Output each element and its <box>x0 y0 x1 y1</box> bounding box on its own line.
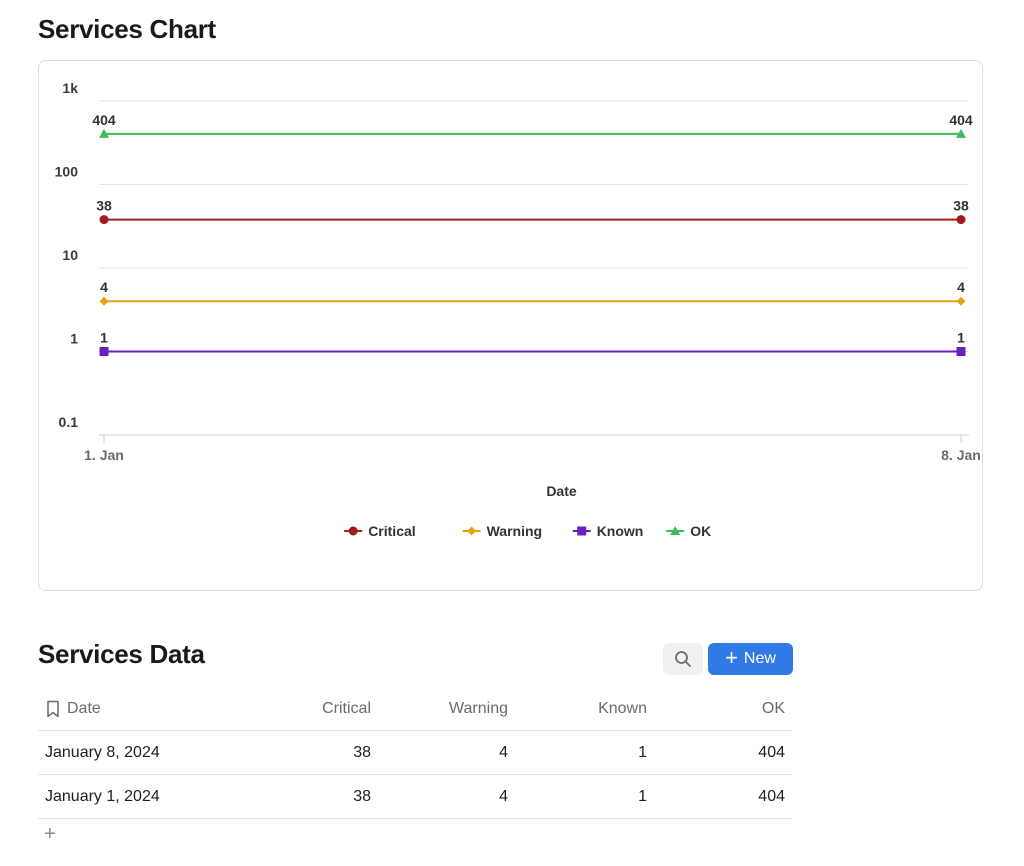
cell-warning: 4 <box>499 788 508 805</box>
services-table: Date Critical Warning Known OK January 8… <box>38 687 793 819</box>
data-point-warning <box>956 296 966 306</box>
column-header-ok[interactable]: OK <box>762 687 785 731</box>
chart-card: 0.1 1 10 100 1k 1. Jan 8. Jan Date 38 38 4 4 1 1 404 40… <box>38 60 983 591</box>
table-row[interactable]: January 1, 2024 38 4 1 404 <box>38 775 793 819</box>
data-section-title: Services Data <box>38 639 205 669</box>
cell-critical: 38 <box>353 788 371 805</box>
x-axis-title: Date <box>546 483 577 499</box>
cell-date: January 8, 2024 <box>45 744 160 761</box>
data-label-known: 1 <box>957 330 965 346</box>
legend-label-warning: Warning <box>487 523 542 539</box>
chart-section-title: Services Chart <box>38 14 216 44</box>
cell-ok: 404 <box>758 744 785 761</box>
cell-date: January 1, 2024 <box>45 788 160 805</box>
data-label-known: 1 <box>100 330 108 346</box>
bookmark-icon <box>45 700 61 718</box>
plus-icon: + <box>725 645 738 670</box>
cell-critical: 38 <box>353 744 371 761</box>
data-label-ok: 404 <box>949 112 973 128</box>
data-label-critical: 38 <box>96 198 112 214</box>
table-row[interactable]: January 8, 2024 38 4 1 404 <box>38 731 793 775</box>
y-tick-label: 0.1 <box>59 414 79 430</box>
data-point-known <box>956 347 966 356</box>
column-header-warning[interactable]: Warning <box>449 687 508 731</box>
search-icon <box>675 651 691 667</box>
y-tick-label: 1 <box>70 331 78 347</box>
legend-marker-known <box>577 526 587 536</box>
legend-marker-critical <box>348 526 358 536</box>
search-button[interactable] <box>663 643 703 675</box>
column-header-date[interactable]: Date <box>45 687 101 731</box>
table-header-row: Date Critical Warning Known OK <box>38 687 793 731</box>
cell-ok: 404 <box>758 788 785 805</box>
data-label-warning: 4 <box>957 279 965 295</box>
services-line-chart: 0.1 1 10 100 1k 1. Jan 8. Jan Date 38 38 4 4 1 1 404 40… <box>55 80 981 539</box>
data-point-critical <box>956 215 966 225</box>
data-label-warning: 4 <box>100 279 108 295</box>
new-button-label: New <box>743 650 776 667</box>
data-label-ok: 404 <box>92 112 116 128</box>
x-tick-label: 1. Jan <box>84 447 124 463</box>
y-tick-label: 1k <box>62 80 78 96</box>
cell-known: 1 <box>638 788 647 805</box>
data-point-warning <box>99 296 109 306</box>
add-row-button[interactable]: + <box>44 824 56 844</box>
legend-label-ok: OK <box>690 523 711 539</box>
column-header-label: Date <box>67 700 101 717</box>
y-tick-label: 10 <box>62 247 78 263</box>
cell-warning: 4 <box>499 744 508 761</box>
x-tick-label: 8. Jan <box>941 447 981 463</box>
legend-label-critical: Critical <box>368 523 415 539</box>
y-tick-label: 100 <box>55 164 79 180</box>
legend-marker-warning <box>467 526 477 536</box>
column-header-known[interactable]: Known <box>598 687 647 731</box>
new-button[interactable]: + New <box>708 643 793 675</box>
data-point-known <box>99 347 109 356</box>
data-label-critical: 38 <box>953 198 969 214</box>
cell-known: 1 <box>638 744 647 761</box>
column-header-critical[interactable]: Critical <box>322 687 371 731</box>
data-point-critical <box>99 215 109 225</box>
legend-label-known: Known <box>597 523 644 539</box>
